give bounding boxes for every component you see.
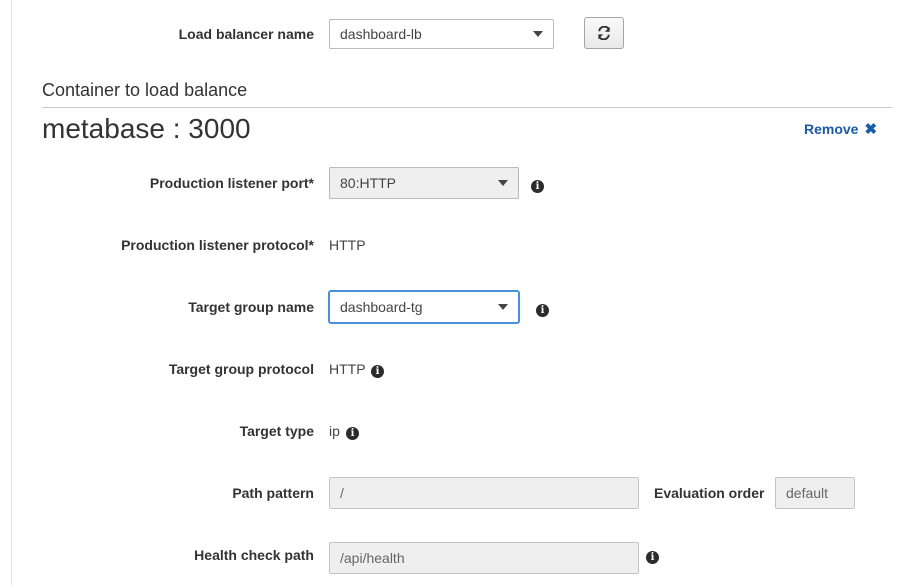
left-divider <box>11 0 12 585</box>
production-listener-protocol-value: HTTP <box>329 237 366 253</box>
production-listener-protocol-label: Production listener protocol* <box>121 237 314 253</box>
target-group-protocol-label: Target group protocol <box>168 361 314 377</box>
production-listener-port-select[interactable]: 80:HTTP <box>329 167 519 199</box>
production-listener-port-value: 80:HTTP <box>340 175 397 191</box>
refresh-icon <box>598 26 610 40</box>
remove-label: Remove <box>804 121 859 137</box>
chevron-down-icon <box>498 180 508 186</box>
evaluation-order-input[interactable]: default <box>775 477 855 509</box>
info-icon[interactable]: i <box>646 551 659 564</box>
target-group-protocol-value: HTTP <box>329 361 366 377</box>
load-balancer-select[interactable]: dashboard-lb <box>329 19 554 49</box>
info-icon[interactable]: i <box>531 180 544 193</box>
remove-link[interactable]: Remove ✖ <box>804 120 877 138</box>
path-pattern-label: Path pattern <box>232 485 314 501</box>
load-balancer-selected-value: dashboard-lb <box>340 26 422 42</box>
refresh-button[interactable] <box>584 17 624 49</box>
evaluation-order-label: Evaluation order <box>654 485 765 501</box>
info-icon[interactable]: i <box>536 304 549 317</box>
close-icon: ✖ <box>864 121 878 138</box>
section-title: Container to load balance <box>42 80 248 100</box>
health-check-path-input[interactable]: /api/health <box>329 542 639 574</box>
container-title: metabase : 3000 <box>42 113 251 144</box>
chevron-down-icon <box>498 304 508 310</box>
path-pattern-input[interactable]: / <box>329 477 639 509</box>
load-balancer-name-label: Load balancer name <box>178 26 314 42</box>
health-check-path-label: Health check path <box>194 547 314 563</box>
production-listener-port-label: Production listener port* <box>149 175 314 191</box>
section-divider <box>42 107 892 108</box>
target-group-name-label: Target group name <box>188 299 314 315</box>
target-type-label: Target type <box>239 423 314 439</box>
target-type-value: ip <box>329 423 340 439</box>
chevron-down-icon <box>533 31 543 37</box>
target-group-name-select[interactable]: dashboard-tg <box>329 291 519 323</box>
info-icon[interactable]: i <box>371 365 384 378</box>
info-icon[interactable]: i <box>346 427 359 440</box>
target-group-name-value: dashboard-tg <box>340 299 423 315</box>
